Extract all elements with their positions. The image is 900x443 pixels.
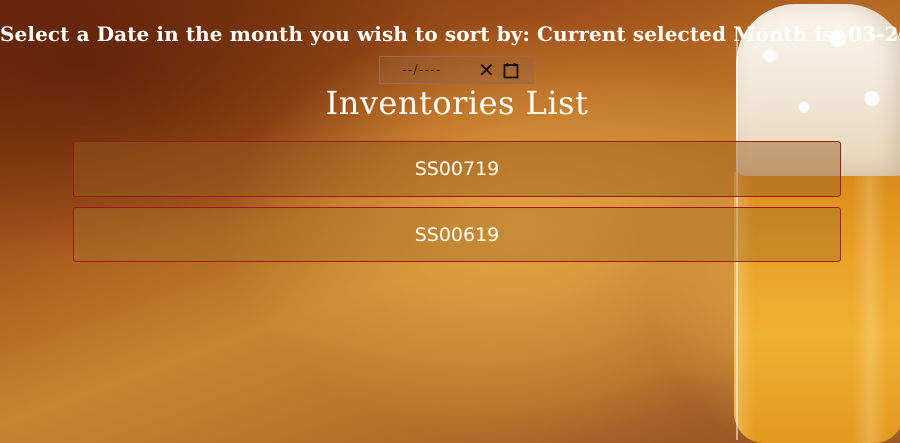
inventory-item[interactable]: SS00719 (73, 141, 841, 197)
inventories-list: SS00719 SS00619 (73, 141, 841, 272)
date-input-value[interactable]: --/---- (402, 63, 464, 78)
inventory-item[interactable]: SS00619 (73, 207, 841, 262)
page-title: Inventories List (325, 84, 589, 122)
month-date-input[interactable]: --/---- ✕ (379, 56, 534, 84)
sort-month-prompt: Select a Date in the month you wish to s… (0, 22, 900, 46)
close-icon[interactable]: ✕ (478, 60, 495, 80)
calendar-icon[interactable] (503, 62, 519, 79)
